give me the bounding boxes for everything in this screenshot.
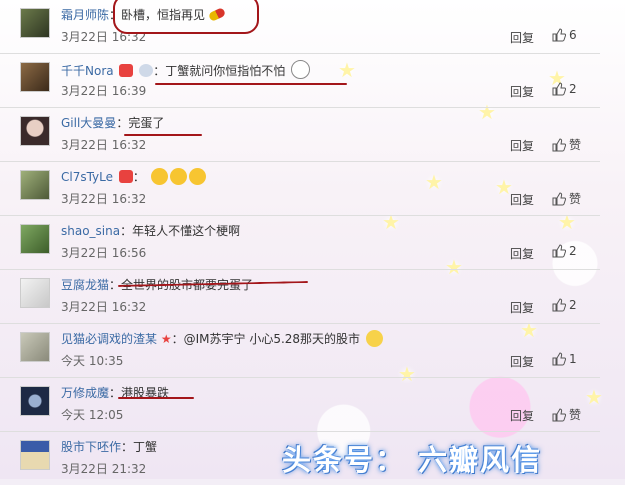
annotation-underline [124, 134, 202, 136]
comment-row: Gill大曼曼：完蛋了 3月22日 16:32 回复 赞 [0, 108, 600, 162]
reply-button[interactable]: 回复 [510, 29, 534, 46]
colon-separator: ： [120, 224, 133, 238]
comment-text: 完蛋了 [128, 116, 165, 130]
avatar[interactable] [20, 278, 50, 308]
cat-face-emoji-icon [365, 330, 383, 347]
avatar[interactable] [20, 116, 50, 146]
like-button[interactable]: 赞 [552, 190, 581, 207]
reply-button[interactable]: 回复 [510, 191, 534, 208]
level-badge-icon [139, 64, 154, 77]
comment-time: 3月22日 16:32 [61, 138, 147, 152]
reply-button[interactable]: 回复 [510, 299, 534, 316]
comment-time: 3月22日 21:32 [61, 462, 147, 476]
thumb-up-icon [552, 138, 566, 152]
comment-time: 3月22日 16:32 [61, 300, 147, 314]
like-count: 2 [569, 244, 577, 258]
crying-face-emoji-icon [188, 168, 206, 185]
comment-text: @IM苏宇宁 小心5.28那天的股市 [183, 332, 361, 346]
colon-separator: ： [121, 440, 134, 454]
annotation-underline [118, 397, 194, 399]
comment-time: 今天 12:05 [61, 408, 124, 422]
comment-row: 万修成魔：港股暴跌 今天 12:05 回复 赞 [0, 378, 600, 432]
comment-username[interactable]: Cl7sTyLe [61, 170, 113, 184]
like-button[interactable]: 赞 [552, 136, 581, 153]
reply-button[interactable]: 回复 [510, 353, 534, 370]
avatar[interactable] [20, 224, 50, 254]
colon-separator: ： [116, 116, 129, 130]
comment-username[interactable]: 霜月师陈 [61, 8, 109, 22]
thumb-up-icon [552, 192, 566, 206]
like-button[interactable]: 1 [552, 352, 577, 366]
comment-row: 千千Nora ：丁蟹就问你恒指怕不怕 3月22日 16:39 回复 2 [0, 54, 600, 108]
like-button[interactable]: 6 [552, 28, 577, 42]
comment-text: 丁蟹 [133, 440, 158, 454]
avatar[interactable] [20, 386, 50, 416]
comment-list: 霜月师陈：卧槽，恒指再见 3月22日 16:32 回复 6 千千Nora ：丁蟹… [0, 0, 600, 485]
avatar[interactable] [20, 332, 50, 362]
comment-time: 3月22日 16:39 [61, 84, 147, 98]
thumb-up-icon [552, 408, 566, 422]
annotation-underline [155, 83, 347, 85]
tongue-face-emoji-icon [291, 60, 311, 79]
like-button[interactable]: 2 [552, 82, 577, 96]
avatar[interactable] [20, 62, 50, 92]
comment-username[interactable]: Gill大曼曼 [61, 116, 116, 130]
annotation-circle [113, 0, 259, 34]
colon-separator: ： [171, 332, 184, 346]
thumb-up-icon [552, 352, 566, 366]
reply-button[interactable]: 回复 [510, 407, 534, 424]
like-count: 2 [569, 298, 577, 312]
thumb-up-icon [552, 298, 566, 312]
like-button[interactable]: 2 [552, 298, 577, 312]
comment-username[interactable]: 见猫必调戏的渣某 [61, 332, 157, 346]
star-badge-icon: ★ [160, 332, 172, 346]
reply-button[interactable]: 回复 [510, 137, 534, 154]
like-count: 1 [569, 352, 577, 366]
comment-row: 霜月师陈：卧槽，恒指再见 3月22日 16:32 回复 6 [0, 0, 600, 54]
comment-username[interactable]: 股市下呸作 [61, 440, 121, 454]
reply-button[interactable]: 回复 [510, 83, 534, 100]
watermark-text: 头条号： 六瓣风信 [282, 443, 543, 477]
like-count: 6 [569, 28, 577, 42]
comment-username[interactable]: 豆腐龙猫 [61, 278, 109, 292]
like-count: 赞 [569, 192, 582, 206]
thumb-up-icon [552, 244, 566, 258]
comment-username[interactable]: 千千Nora [61, 64, 114, 78]
comment-row: shao_sina：年轻人不懂这个梗啊 3月22日 16:56 回复 2 [0, 216, 600, 270]
comment-row: 豆腐龙猫：全世界的股市都要完蛋了 3月22日 16:32 回复 2 [0, 270, 600, 324]
comment-username[interactable]: shao_sina [61, 224, 120, 238]
comment-text: 年轻人不懂这个梗啊 [132, 224, 241, 238]
crying-face-emoji-icon [150, 168, 168, 185]
like-button[interactable]: 2 [552, 244, 577, 258]
like-count: 2 [569, 82, 577, 96]
colon-separator: ： [132, 170, 145, 184]
comment-row: Cl7sTyLe ： 3月22日 16:32 回复 赞 [0, 162, 600, 216]
comment-time: 3月22日 16:32 [61, 192, 147, 206]
avatar[interactable] [20, 170, 50, 200]
like-count: 赞 [569, 138, 582, 152]
avatar[interactable] [20, 440, 50, 470]
comment-row: 见猫必调戏的渣某 ★：@IM苏宇宁 小心5.28那天的股市 今天 10:35 回… [0, 324, 600, 378]
member-badge-icon [118, 170, 133, 183]
colon-separator: ： [153, 64, 166, 78]
comment-username[interactable]: 万修成魔 [61, 386, 109, 400]
comment-time: 3月22日 16:56 [61, 246, 147, 260]
member-badge-icon [119, 64, 134, 77]
comment-text: 丁蟹就问你恒指怕不怕 [165, 64, 286, 78]
like-count: 赞 [569, 408, 582, 422]
comment-time: 今天 10:35 [61, 354, 124, 368]
like-button[interactable]: 赞 [552, 406, 581, 423]
reply-button[interactable]: 回复 [510, 245, 534, 262]
thumb-up-icon [552, 28, 566, 42]
thumb-up-icon [552, 82, 566, 96]
avatar[interactable] [20, 8, 50, 38]
crying-face-emoji-icon [169, 168, 187, 185]
